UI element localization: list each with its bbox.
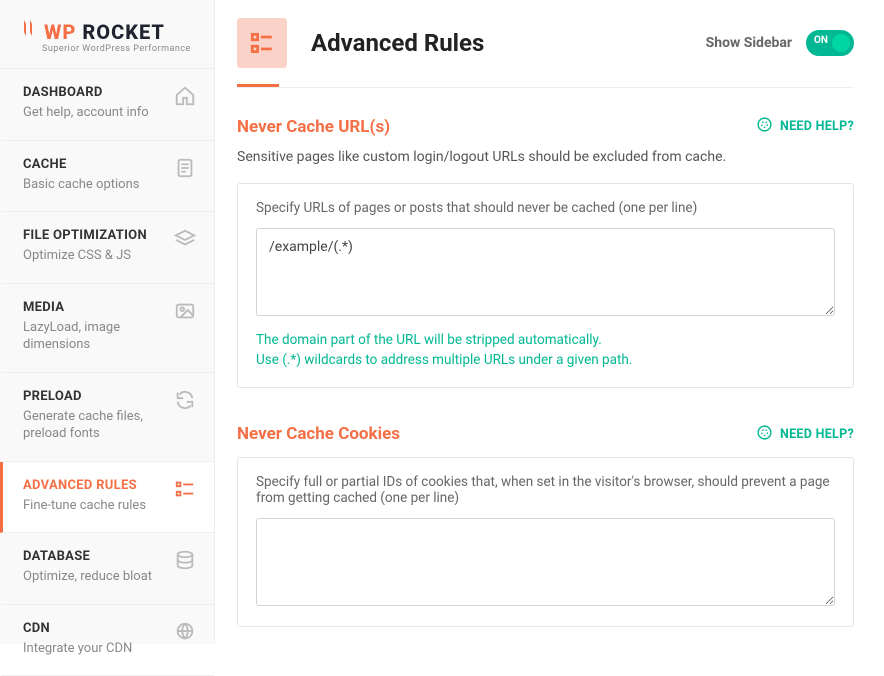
section-never-cache-cookies: Never Cache Cookies NEED HELP? Specify f… — [237, 424, 854, 627]
hint-line-1: The domain part of the URL will be strip… — [256, 330, 835, 350]
help-label: NEED HELP? — [780, 119, 854, 134]
list-icon — [174, 478, 196, 500]
need-help-button[interactable]: NEED HELP? — [756, 424, 854, 445]
brand-wp: WP — [44, 20, 76, 44]
nav-title: FILE OPTIMIZATION — [23, 228, 147, 243]
section-description: Sensitive pages like custom login/logout… — [237, 149, 854, 165]
header-list-icon — [237, 18, 287, 68]
nav-sub: Integrate your CDN — [23, 640, 132, 658]
section-title: Never Cache Cookies — [237, 424, 400, 444]
show-sidebar-label: Show Sidebar — [706, 35, 792, 51]
panel-never-cache-cookies: Specify full or partial IDs of cookies t… — [237, 457, 854, 627]
brand-tagline: Superior WordPress Performance — [42, 44, 194, 54]
sidebar-item-cache[interactable]: CACHE Basic cache options — [0, 141, 214, 213]
toggle-knob — [832, 34, 850, 52]
sidebar-item-media[interactable]: MEDIA LazyLoad, image dimensions — [0, 284, 214, 373]
main: Advanced Rules Show Sidebar ON Never Cac… — [215, 0, 884, 644]
sidebar-item-cdn[interactable]: CDN Integrate your CDN — [0, 605, 214, 676]
brand-block: WP ROCKET Superior WordPress Performance — [0, 0, 214, 69]
nav-sub: LazyLoad, image dimensions — [23, 319, 174, 354]
nav-title: ADVANCED RULES — [23, 478, 146, 493]
help-label: NEED HELP? — [780, 427, 854, 442]
sidebar-item-file-optimization[interactable]: FILE OPTIMIZATION Optimize CSS & JS — [0, 212, 214, 284]
sidebar-item-database[interactable]: DATABASE Optimize, reduce bloat — [0, 533, 214, 605]
nav-sub: Basic cache options — [23, 176, 139, 194]
nav-sub: Get help, account info — [23, 104, 149, 122]
page-header: Advanced Rules Show Sidebar ON — [237, 18, 854, 68]
nav-title: CDN — [23, 621, 132, 636]
hint-line-2: Use (.*) wildcards to address multiple U… — [256, 350, 835, 370]
never-cache-cookies-textarea[interactable] — [256, 518, 835, 606]
field-label: Specify URLs of pages or posts that shou… — [256, 200, 835, 216]
layers-icon — [174, 228, 196, 250]
globe-icon — [174, 621, 196, 643]
brand-rocket: ROCKET — [82, 20, 165, 44]
section-head: Never Cache Cookies NEED HELP? — [237, 424, 854, 445]
nav-title: DATABASE — [23, 549, 152, 564]
field-label: Specify full or partial IDs of cookies t… — [256, 474, 835, 506]
database-icon — [174, 549, 196, 571]
section-spacer — [237, 388, 854, 424]
home-icon — [174, 85, 196, 107]
refresh-icon — [174, 389, 196, 411]
never-cache-urls-textarea[interactable] — [256, 228, 835, 316]
brand-name: WP ROCKET — [20, 18, 194, 44]
field-hint: The domain part of the URL will be strip… — [256, 330, 835, 371]
toggle-on-text: ON — [814, 35, 828, 46]
help-icon — [756, 424, 773, 445]
sidebar: WP ROCKET Superior WordPress Performance… — [0, 0, 215, 644]
nav-sub: Optimize, reduce bloat — [23, 568, 152, 586]
nav-sub: Optimize CSS & JS — [23, 247, 147, 265]
nav-title: DASHBOARD — [23, 85, 149, 100]
nav-title: MEDIA — [23, 300, 174, 315]
rocket-logo-icon — [20, 18, 36, 44]
nav-title: CACHE — [23, 157, 139, 172]
image-icon — [174, 300, 196, 322]
sidebar-item-advanced-rules[interactable]: ADVANCED RULES Fine-tune cache rules — [0, 462, 214, 534]
sidebar-item-dashboard[interactable]: DASHBOARD Get help, account info — [0, 69, 214, 141]
header-divider — [237, 87, 854, 88]
show-sidebar-toggle[interactable]: ON — [806, 30, 854, 56]
header-left: Advanced Rules — [237, 18, 484, 68]
page-title: Advanced Rules — [311, 29, 484, 57]
nav-sub: Fine-tune cache rules — [23, 497, 146, 515]
panel-never-cache-urls: Specify URLs of pages or posts that shou… — [237, 183, 854, 388]
nav-title: PRELOAD — [23, 389, 174, 404]
nav-sub: Generate cache files, preload fonts — [23, 408, 174, 443]
sidebar-item-preload[interactable]: PRELOAD Generate cache files, preload fo… — [0, 373, 214, 462]
section-title: Never Cache URL(s) — [237, 117, 390, 137]
file-icon — [174, 157, 196, 179]
section-head: Never Cache URL(s) NEED HELP? — [237, 116, 854, 137]
nav: DASHBOARD Get help, account info CACHE B… — [0, 69, 214, 676]
header-right: Show Sidebar ON — [706, 30, 854, 56]
help-icon — [756, 116, 773, 137]
need-help-button[interactable]: NEED HELP? — [756, 116, 854, 137]
section-never-cache-urls: Never Cache URL(s) NEED HELP? Sensitive … — [237, 116, 854, 388]
